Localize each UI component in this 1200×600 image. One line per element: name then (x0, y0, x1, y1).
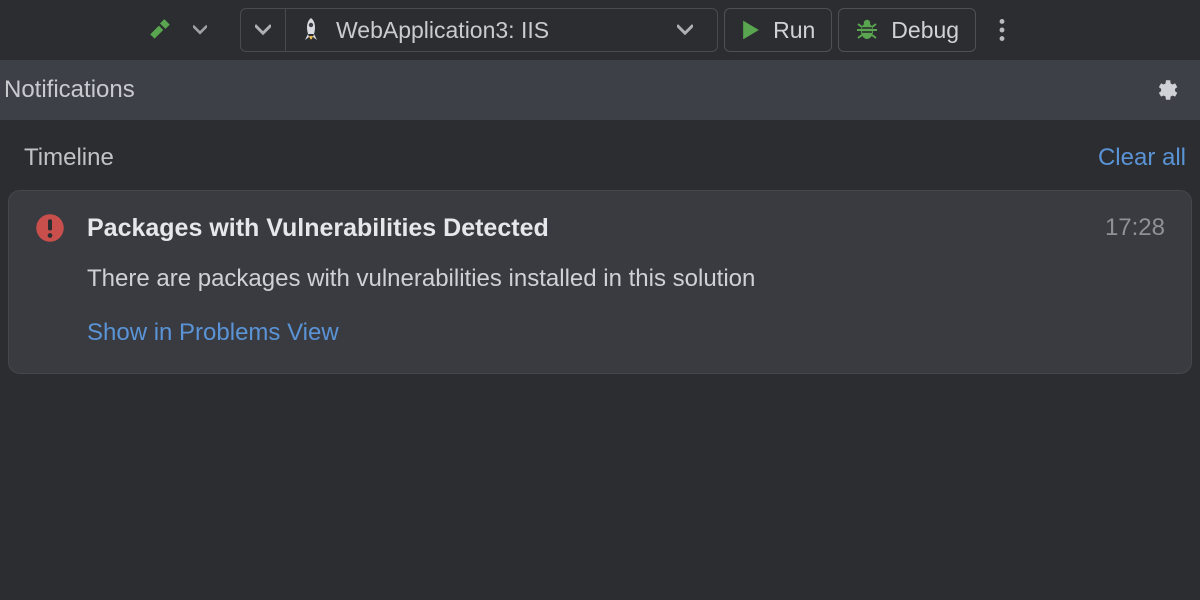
bug-icon (855, 18, 879, 42)
play-icon (741, 19, 761, 41)
run-config-combo: WebApplication3: IIS (240, 8, 718, 52)
chevron-down-icon (677, 22, 693, 38)
notification-card: Packages with Vulnerabilities Detected 1… (8, 190, 1192, 374)
notifications-panel-header: Notifications (0, 60, 1200, 120)
run-config-recent-dropdown[interactable] (241, 9, 285, 51)
notifications-title: Notifications (4, 76, 135, 104)
build-dropdown[interactable] (186, 8, 214, 52)
run-config-selector[interactable]: WebApplication3: IIS (285, 9, 717, 51)
chevron-down-icon (193, 23, 207, 37)
more-actions-button[interactable] (982, 8, 1022, 52)
error-icon (35, 213, 65, 243)
run-config-label: WebApplication3: IIS (336, 17, 549, 44)
run-button[interactable]: Run (724, 8, 832, 52)
build-button[interactable] (140, 8, 180, 52)
notification-time: 17:28 (1105, 214, 1165, 242)
timeline-label: Timeline (24, 144, 114, 172)
debug-label: Debug (891, 17, 959, 44)
debug-button[interactable]: Debug (838, 8, 976, 52)
notification-title: Packages with Vulnerabilities Detected (87, 214, 549, 243)
rocket-icon (300, 17, 322, 43)
clear-all-link[interactable]: Clear all (1098, 144, 1186, 172)
notifications-settings-button[interactable] (1154, 77, 1180, 103)
run-label: Run (773, 17, 815, 44)
more-vertical-icon (999, 19, 1005, 41)
gear-icon (1154, 77, 1180, 103)
hammer-icon (147, 17, 173, 43)
notification-action-link[interactable]: Show in Problems View (87, 319, 1165, 347)
main-toolbar: WebApplication3: IIS Run Debug (0, 0, 1200, 60)
chevron-down-icon (255, 22, 271, 38)
notification-body: There are packages with vulnerabilities … (87, 265, 1165, 293)
timeline-row: Timeline Clear all (0, 120, 1200, 190)
